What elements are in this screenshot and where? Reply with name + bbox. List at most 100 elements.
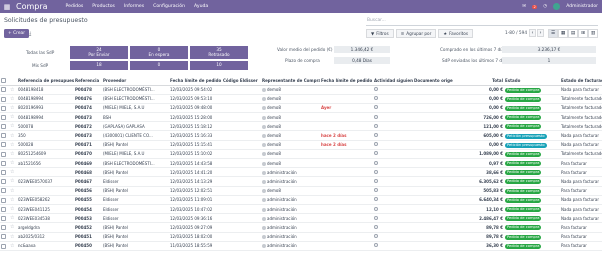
col-fecha-limite[interactable]: Fecha límite de pedido bbox=[169, 76, 222, 86]
priority-star-icon[interactable]: ☆ bbox=[9, 130, 17, 141]
table-row[interactable]: ☆ argeldgdra P00452 (BSH) Pantel 12/03/2… bbox=[0, 222, 602, 233]
cell-actividad[interactable] bbox=[373, 130, 413, 141]
cell-actividad[interactable] bbox=[373, 186, 413, 196]
table-row[interactable]: ☆ 8020196993 P00474 (MIELE) MIELE, S.A.U… bbox=[0, 103, 602, 114]
priority-star-icon[interactable]: ☆ bbox=[9, 222, 17, 233]
graph-view-icon[interactable]: ▥ bbox=[588, 29, 598, 38]
table-row[interactable]: ☆ 023WEE034538 P00453 Eldisser 12/03/202… bbox=[0, 213, 602, 224]
priority-star-icon[interactable]: ☆ bbox=[9, 103, 17, 114]
cell-actividad[interactable] bbox=[373, 167, 413, 178]
table-row[interactable]: ☆ 0048198994 P00476 (BSH ELECTRODOMÉSTI.… bbox=[0, 94, 602, 104]
priority-star-icon[interactable]: ☆ bbox=[9, 213, 17, 224]
cell-actividad[interactable] bbox=[373, 112, 413, 123]
prev-page-button[interactable]: ‹ bbox=[529, 29, 536, 37]
priority-star-icon[interactable]: ☆ bbox=[9, 158, 17, 169]
table-row[interactable]: ☆ 500078 P00472 (GAPLASA) GAPLASA 12/03/… bbox=[0, 121, 602, 132]
row-checkbox[interactable] bbox=[0, 158, 9, 169]
row-checkbox[interactable] bbox=[0, 204, 9, 215]
table-row[interactable]: ☆ 023WEE0570037 P00467 Eldisser 12/03/20… bbox=[0, 176, 602, 187]
tile-mine-en-espera[interactable]: 0 bbox=[130, 61, 188, 70]
tile-mine-retrasado[interactable]: 10 bbox=[190, 61, 248, 70]
groupby-button[interactable]: ≡ Agrupar por bbox=[395, 29, 437, 38]
row-checkbox[interactable] bbox=[0, 241, 9, 251]
col-proveedor[interactable]: Proveedor bbox=[102, 76, 169, 86]
table-row[interactable]: ☆ P00468 (BSH) Pantel 12/03/2025 14:41:2… bbox=[0, 167, 602, 178]
col-representante[interactable]: Representante de Compra bbox=[261, 76, 320, 86]
download-icon[interactable]: ⤓ bbox=[29, 31, 31, 37]
kanban-view-icon[interactable]: ▦ bbox=[558, 29, 568, 38]
col-total[interactable]: Total bbox=[453, 76, 504, 86]
tile-retrasado[interactable]: 35 Retrasado bbox=[190, 46, 248, 59]
menu-pedidos[interactable]: Pedidos bbox=[66, 4, 84, 9]
apps-menu-icon[interactable]: ▦ bbox=[0, 0, 14, 13]
calendar-view-icon[interactable]: ▤ bbox=[568, 29, 578, 38]
list-view-icon[interactable]: ☰ bbox=[548, 29, 558, 38]
cell-actividad[interactable] bbox=[373, 140, 413, 150]
pager-text[interactable]: 1-80 / 594 bbox=[505, 31, 527, 36]
pivot-view-icon[interactable]: ⊞ bbox=[578, 29, 588, 38]
cell-actividad[interactable] bbox=[373, 213, 413, 224]
tile-mine-por-enviar[interactable]: 18 bbox=[70, 61, 128, 70]
priority-star-icon[interactable]: ☆ bbox=[9, 121, 17, 132]
table-row[interactable]: ☆ ab1521656 P00469 (BSH ELECTRODOMÉSTI..… bbox=[0, 158, 602, 169]
table-row[interactable]: ☆ 0048198994 P00473 BSH 12/03/2025 15:28… bbox=[0, 112, 602, 123]
table-row[interactable]: ☆ 350 P00473 (4300001) CLIENTE CO... 12/… bbox=[0, 130, 602, 141]
row-checkbox[interactable] bbox=[0, 149, 9, 160]
table-row[interactable]: ☆ 023WEE041125 P00454 Eldisser 12/03/202… bbox=[0, 204, 602, 215]
activity-clock-icon[interactable]: ◷ bbox=[543, 4, 547, 9]
row-checkbox[interactable] bbox=[0, 222, 9, 233]
cell-actividad[interactable] bbox=[373, 121, 413, 132]
row-checkbox[interactable] bbox=[0, 176, 9, 187]
priority-star-icon[interactable]: ☆ bbox=[9, 85, 17, 95]
priority-star-icon[interactable]: ☆ bbox=[9, 232, 17, 242]
cell-actividad[interactable] bbox=[373, 103, 413, 114]
app-name[interactable]: Compra bbox=[16, 2, 48, 11]
cell-actividad[interactable] bbox=[373, 241, 413, 251]
cell-actividad[interactable] bbox=[373, 94, 413, 104]
cell-actividad[interactable] bbox=[373, 195, 413, 205]
row-checkbox[interactable] bbox=[0, 130, 9, 141]
col-actividad[interactable]: Actividad siguiente bbox=[373, 76, 413, 86]
cell-actividad[interactable] bbox=[373, 85, 413, 95]
menu-productos[interactable]: Productos bbox=[92, 4, 115, 9]
favorites-button[interactable]: ★ Favoritos bbox=[438, 29, 473, 38]
table-row[interactable]: ☆ ab2025/0312 P00451 (BSH) Pantel 12/03/… bbox=[0, 232, 602, 242]
table-row[interactable]: ☆ 80251254609 P00470 (MIELE) MIELE, S.A.… bbox=[0, 149, 602, 160]
table-row[interactable]: ☆ P00456 (BSH) Pantel 12/03/2025 12:02:5… bbox=[0, 186, 602, 196]
priority-star-icon[interactable]: ☆ bbox=[9, 167, 17, 178]
col-estado[interactable]: Estado bbox=[504, 76, 560, 86]
priority-star-icon[interactable]: ☆ bbox=[9, 186, 17, 196]
row-checkbox[interactable] bbox=[0, 112, 9, 123]
avatar[interactable] bbox=[553, 3, 561, 10]
col-fecha-limite-2[interactable]: Fecha límite de pedido bbox=[320, 76, 373, 86]
col-ref-presupuesto[interactable]: Referencia de presupuesto bbox=[17, 76, 74, 86]
cell-actividad[interactable] bbox=[373, 222, 413, 233]
cell-actividad[interactable] bbox=[373, 204, 413, 215]
row-checkbox[interactable] bbox=[0, 213, 9, 224]
table-row[interactable]: ☆ nc&aaxa P00450 (BSH) Pantel 11/03/2025… bbox=[0, 241, 602, 251]
user-name[interactable]: Administrador bbox=[566, 4, 598, 9]
priority-star-icon[interactable]: ☆ bbox=[9, 241, 17, 251]
create-button[interactable]: + Crear bbox=[4, 29, 30, 38]
col-codigo-eldisser[interactable]: Código Eldisser bbox=[222, 76, 261, 86]
row-checkbox[interactable] bbox=[0, 140, 9, 150]
cell-actividad[interactable] bbox=[373, 232, 413, 242]
table-row[interactable]: ☆ 0048198418 P00478 (BSH ELECTRODOMÉSTI.… bbox=[0, 85, 602, 95]
filters-button[interactable]: ▼ Filtros bbox=[366, 29, 394, 38]
col-referencia[interactable]: Referencia bbox=[74, 76, 102, 86]
priority-star-icon[interactable]: ☆ bbox=[9, 149, 17, 160]
row-checkbox[interactable] bbox=[0, 85, 9, 95]
table-row[interactable]: ☆ 023WEE058262 P00455 Eldisser 12/03/202… bbox=[0, 195, 602, 205]
priority-star-icon[interactable]: ☆ bbox=[9, 176, 17, 187]
row-checkbox[interactable] bbox=[0, 186, 9, 196]
tile-por-enviar[interactable]: 24 Por Enviar bbox=[70, 46, 128, 59]
priority-star-icon[interactable]: ☆ bbox=[9, 112, 17, 123]
row-checkbox[interactable] bbox=[0, 94, 9, 104]
select-all-checkbox[interactable] bbox=[0, 76, 9, 86]
chat-icon[interactable]: ✉ bbox=[522, 4, 526, 9]
col-estado-facturacion[interactable]: Estado de facturación bbox=[560, 76, 602, 86]
row-checkbox[interactable] bbox=[0, 121, 9, 132]
row-checkbox[interactable] bbox=[0, 103, 9, 114]
col-documento-origen[interactable]: Documento origen bbox=[413, 76, 453, 86]
menu-ayuda[interactable]: Ayuda bbox=[194, 4, 208, 9]
